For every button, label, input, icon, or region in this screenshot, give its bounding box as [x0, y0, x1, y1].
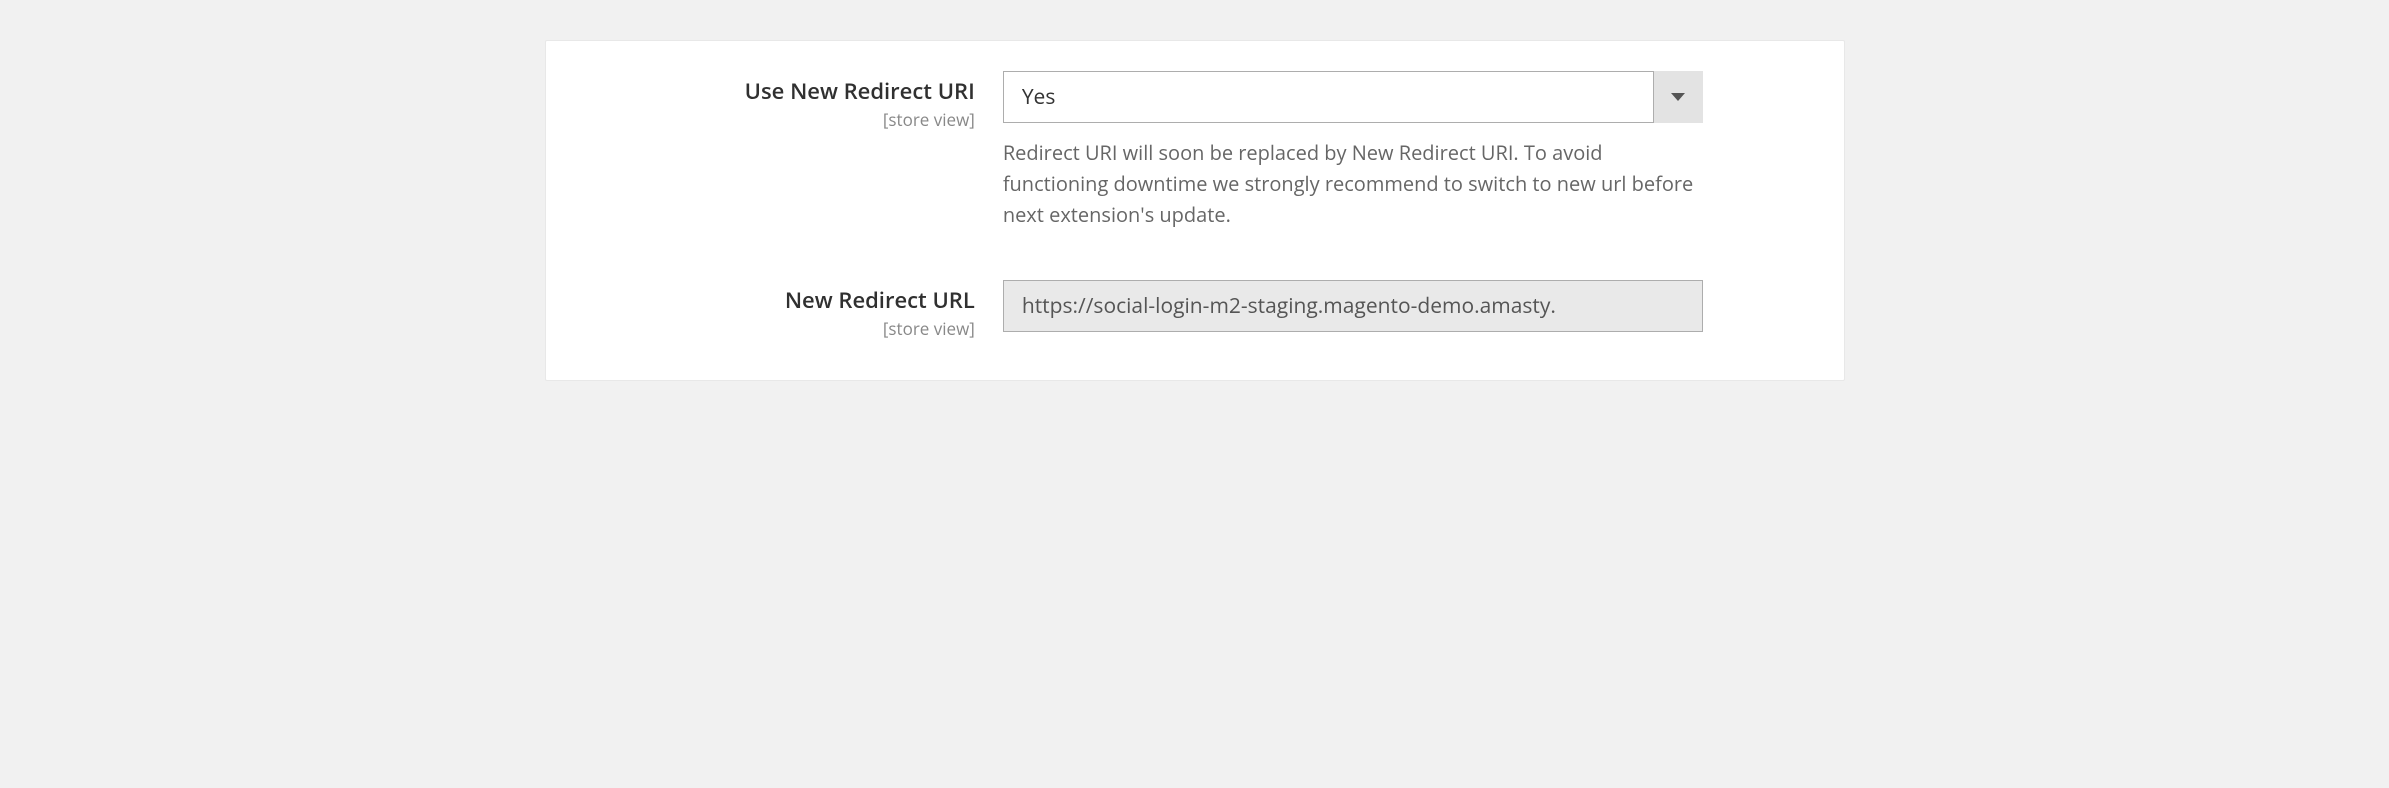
field-label-col: Use New Redirect URI [store view]: [596, 71, 1003, 131]
field-label: Use New Redirect URI: [596, 77, 975, 106]
field-scope: [store view]: [596, 108, 975, 131]
field-new-redirect-url: New Redirect URL [store view]: [596, 280, 1794, 340]
use-new-redirect-select[interactable]: [1003, 71, 1703, 123]
field-control: [1003, 280, 1703, 332]
field-label-col: New Redirect URL [store view]: [596, 280, 1003, 340]
field-use-new-redirect-uri: Use New Redirect URI [store view] Redire…: [596, 71, 1794, 230]
field-help-text: Redirect URI will soon be replaced by Ne…: [1003, 137, 1703, 230]
select-wrap: [1003, 71, 1703, 123]
config-panel: Use New Redirect URI [store view] Redire…: [545, 40, 1845, 381]
field-label: New Redirect URL: [596, 286, 975, 315]
field-control: Redirect URI will soon be replaced by Ne…: [1003, 71, 1703, 230]
new-redirect-url-input[interactable]: [1003, 280, 1703, 332]
field-scope: [store view]: [596, 317, 975, 340]
